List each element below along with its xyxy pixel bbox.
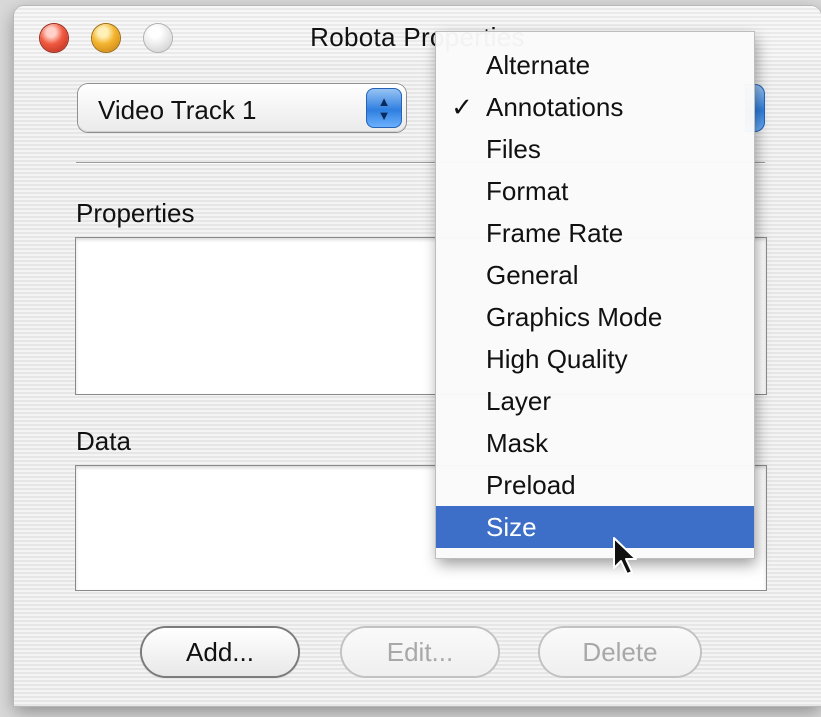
menu-item-label: Size [486, 512, 537, 542]
menu-item-layer[interactable]: Layer [436, 380, 754, 422]
data-label: Data [76, 426, 131, 456]
up-down-arrows-icon: ▲ ▼ [366, 88, 402, 128]
property-type-menu: Alternate ✓ Annotations Files Format Fra… [436, 32, 754, 558]
menu-item-label: General [486, 260, 579, 290]
menu-item-label: Files [486, 134, 541, 164]
edit-button[interactable]: Edit... [342, 628, 498, 676]
track-popup-value: Video Track 1 [98, 95, 257, 125]
menu-item-files[interactable]: Files [436, 128, 754, 170]
menu-item-label: Mask [486, 428, 549, 458]
menu-item-high-quality[interactable]: High Quality [436, 338, 754, 380]
menu-item-size[interactable]: Size [436, 506, 754, 548]
menu-item-alternate[interactable]: Alternate [436, 44, 754, 86]
menu-item-label: Layer [486, 386, 552, 416]
menu-item-general[interactable]: General [436, 254, 754, 296]
menu-item-graphics-mode[interactable]: Graphics Mode [436, 296, 754, 338]
menu-item-mask[interactable]: Mask [436, 422, 754, 464]
menu-item-label: Format [486, 176, 569, 206]
menu-item-label: Alternate [486, 50, 591, 80]
menu-item-format[interactable]: Format [436, 170, 754, 212]
menu-item-label: Annotations [486, 92, 624, 122]
menu-item-label: Preload [486, 470, 576, 500]
properties-label: Properties [76, 198, 195, 228]
mouse-pointer-icon [613, 537, 637, 575]
add-button[interactable]: Add... [142, 628, 298, 676]
track-popup-button[interactable]: Video Track 1 ▲ ▼ [78, 84, 406, 132]
menu-item-label: Frame Rate [486, 218, 624, 248]
delete-button[interactable]: Delete [540, 628, 700, 676]
menu-item-preload[interactable]: Preload [436, 464, 754, 506]
menu-item-frame-rate[interactable]: Frame Rate [436, 212, 754, 254]
menu-item-label: High Quality [486, 344, 628, 374]
menu-item-label: Graphics Mode [486, 302, 663, 332]
menu-item-annotations[interactable]: ✓ Annotations [436, 86, 754, 128]
checkmark-icon: ✓ [451, 92, 473, 122]
